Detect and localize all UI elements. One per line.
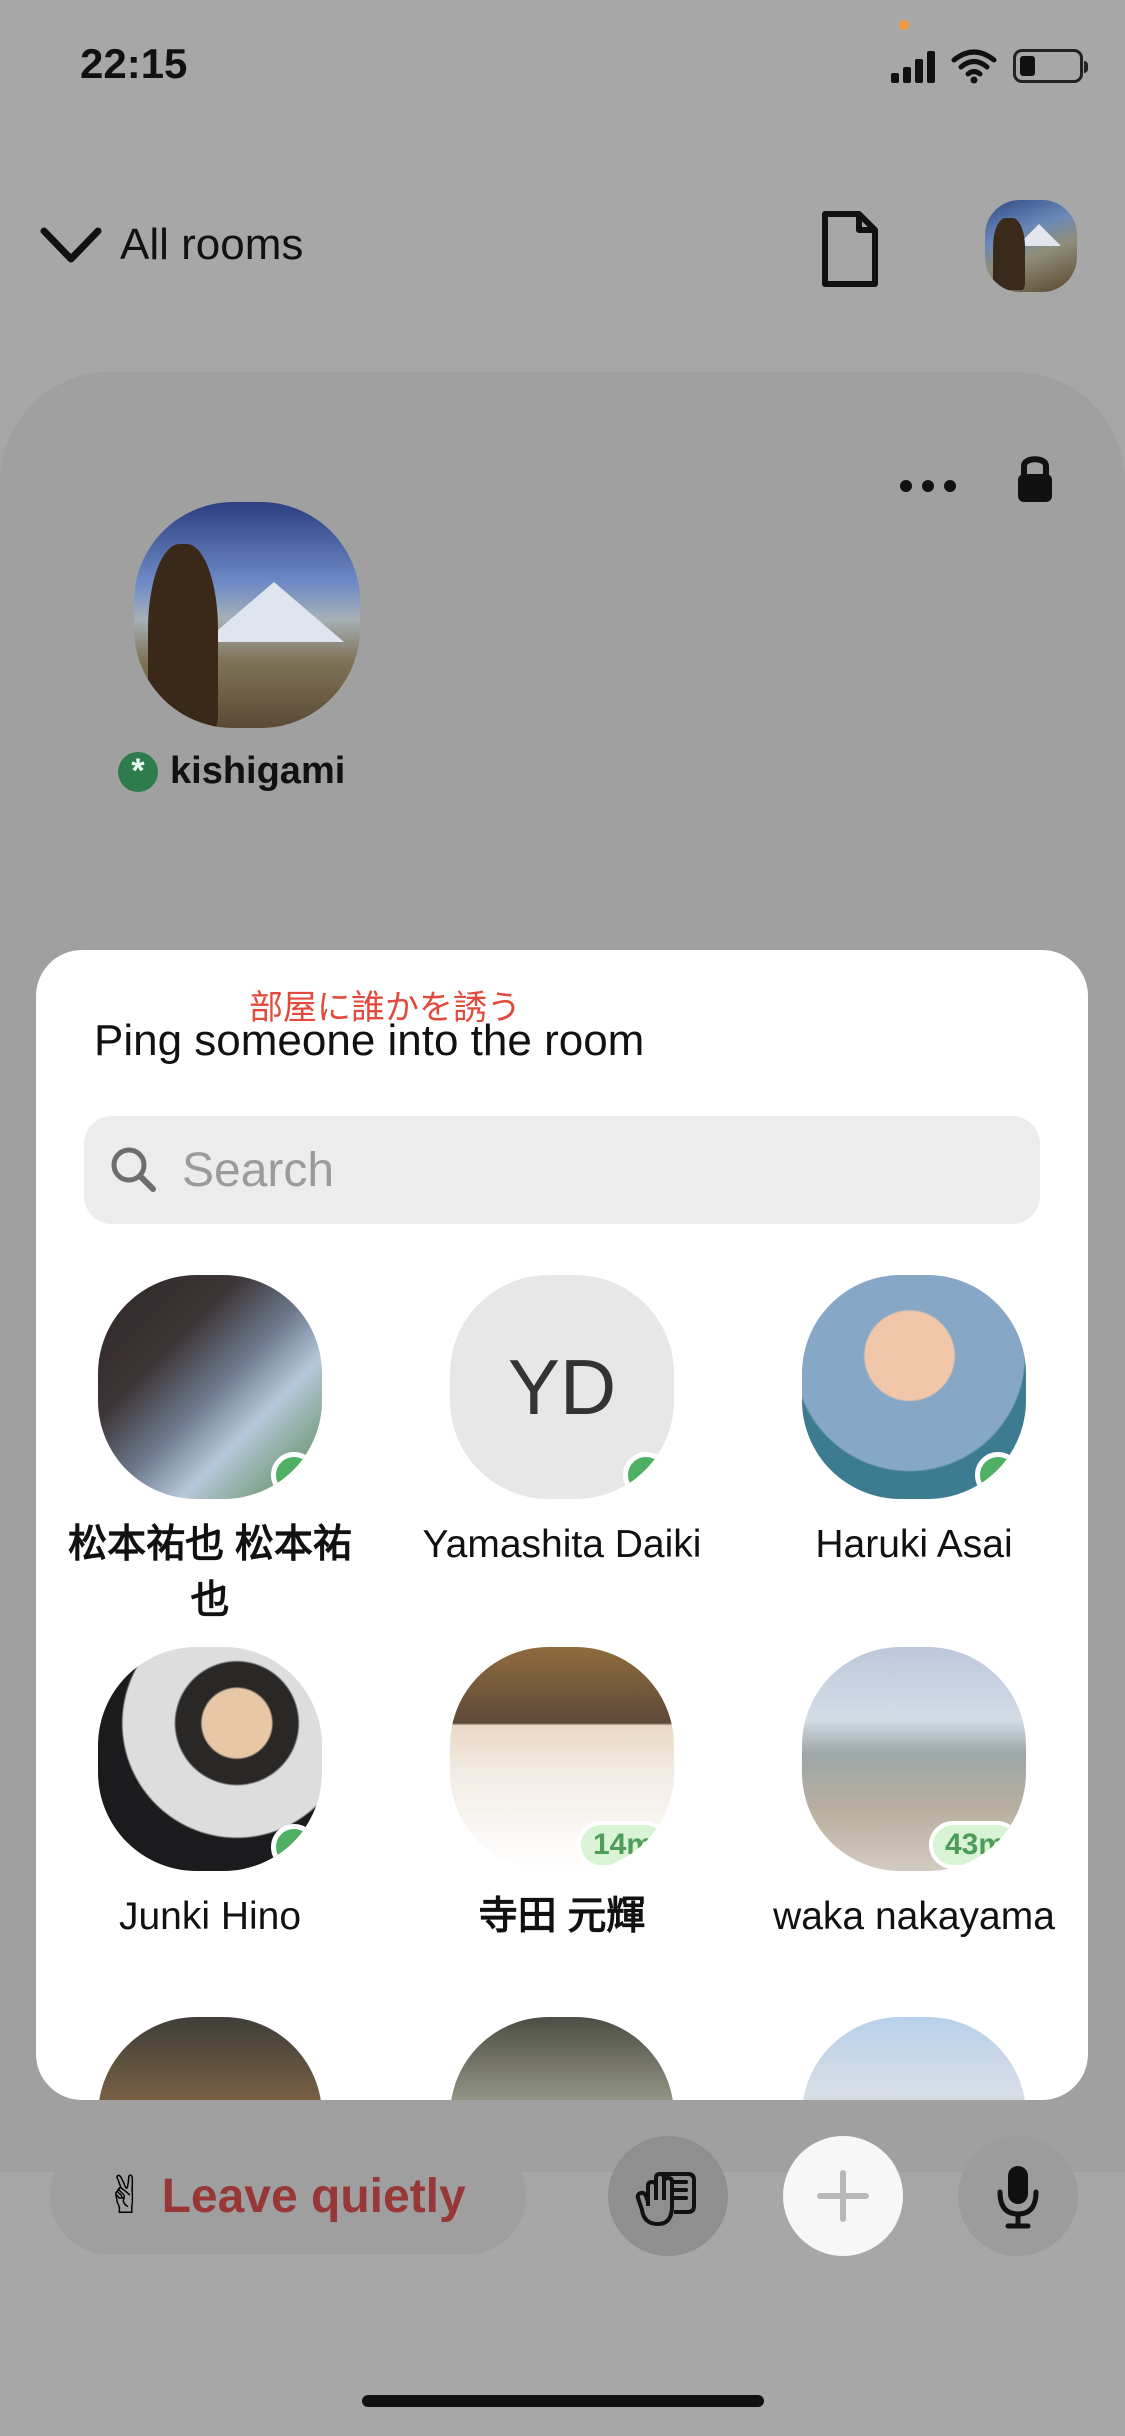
contact-avatar[interactable]: YD xyxy=(450,1275,674,1499)
contact-card[interactable]: Haruki Asai xyxy=(754,1275,1074,1573)
contact-card[interactable]: YD Yamashita Daiki xyxy=(402,1275,722,1573)
chevron-down-icon xyxy=(40,227,102,263)
document-icon[interactable] xyxy=(815,210,885,290)
privacy-indicator-icon xyxy=(899,20,909,30)
leave-quietly-button[interactable]: ✌ Leave quietly xyxy=(50,2138,526,2254)
room-host-name: kishigami xyxy=(170,750,346,792)
contact-initials: YD xyxy=(507,1342,617,1431)
contact-name: waka nakayama xyxy=(773,1895,1055,1938)
wave-icon xyxy=(635,2172,696,2226)
contact-name: Junki Hino xyxy=(118,1895,302,1938)
sheet-title: Ping someone into the room xyxy=(94,1016,645,1065)
profile-avatar[interactable] xyxy=(985,200,1077,292)
peace-sign-icon: ✌ xyxy=(104,2167,148,2225)
more-icon[interactable] xyxy=(900,480,956,492)
last-active-badge: 14m xyxy=(577,1821,669,1869)
battery-level xyxy=(1020,56,1035,76)
contact-card-partial[interactable] xyxy=(402,2017,722,2100)
contact-avatar[interactable]: 14m xyxy=(450,1647,674,1871)
host-badge-icon: * xyxy=(118,751,158,792)
bottom-bar: ✌ Leave quietly xyxy=(0,2130,1125,2270)
home-indicator xyxy=(362,2395,764,2407)
contact-card[interactable]: 43m waka nakayama xyxy=(754,1647,1074,1945)
contact-name: Haruki Asai xyxy=(815,1523,1013,1566)
plus-icon xyxy=(817,2170,869,2222)
contact-avatar[interactable] xyxy=(450,2017,674,2100)
contact-name: 寺田 元輝 xyxy=(478,1895,646,1938)
contact-name: Yamashita Daiki xyxy=(422,1523,702,1566)
signal-icon xyxy=(891,49,935,83)
all-rooms-menu[interactable]: All rooms xyxy=(40,220,303,270)
online-status-icon xyxy=(975,1452,1021,1498)
room-host-avatar[interactable] xyxy=(134,502,360,728)
search-input[interactable] xyxy=(180,1141,1004,1199)
room-host: * kishigami xyxy=(118,750,345,793)
all-rooms-label: All rooms xyxy=(120,220,304,269)
search-box[interactable] xyxy=(84,1116,1040,1224)
contact-avatar[interactable] xyxy=(802,2017,1026,2100)
contact-avatar[interactable] xyxy=(802,1275,1026,1499)
status-time: 22:15 xyxy=(80,40,188,87)
top-nav: All rooms xyxy=(0,190,1125,300)
contact-card-partial[interactable] xyxy=(754,2017,1074,2100)
contact-card[interactable]: 松本祐也 松本祐也 xyxy=(50,1275,370,1629)
online-status-icon xyxy=(271,1452,317,1498)
search-icon xyxy=(111,1147,156,1192)
status-icons xyxy=(891,48,1088,84)
contact-avatar[interactable]: 43m xyxy=(802,1647,1026,1871)
microphone-button[interactable] xyxy=(958,2136,1078,2256)
leave-quietly-label: Leave quietly xyxy=(161,2169,466,2223)
lock-icon[interactable] xyxy=(1012,450,1058,506)
add-button[interactable] xyxy=(783,2136,903,2256)
contact-name: 松本祐也 松本祐也 xyxy=(68,1523,352,1622)
microphone-icon xyxy=(997,2166,1039,2229)
contact-card[interactable]: Junki Hino xyxy=(50,1647,370,1945)
last-active-badge: 43m xyxy=(929,1821,1021,1869)
online-status-icon xyxy=(623,1452,669,1498)
contact-avatar[interactable] xyxy=(98,1647,322,1871)
wifi-icon xyxy=(951,49,997,84)
contact-card-partial[interactable] xyxy=(50,2017,370,2100)
online-status-icon xyxy=(271,1824,317,1870)
wave-button[interactable] xyxy=(608,2136,728,2256)
contact-card[interactable]: 14m 寺田 元輝 xyxy=(402,1647,722,1945)
battery-icon xyxy=(1013,49,1088,83)
status-bar: 22:15 xyxy=(0,0,1125,140)
contact-avatar[interactable] xyxy=(98,1275,322,1499)
contact-avatar[interactable] xyxy=(98,2017,322,2100)
invite-sheet: 部屋に誰かを誘う Ping someone into the room 松本祐也… xyxy=(36,950,1088,2100)
